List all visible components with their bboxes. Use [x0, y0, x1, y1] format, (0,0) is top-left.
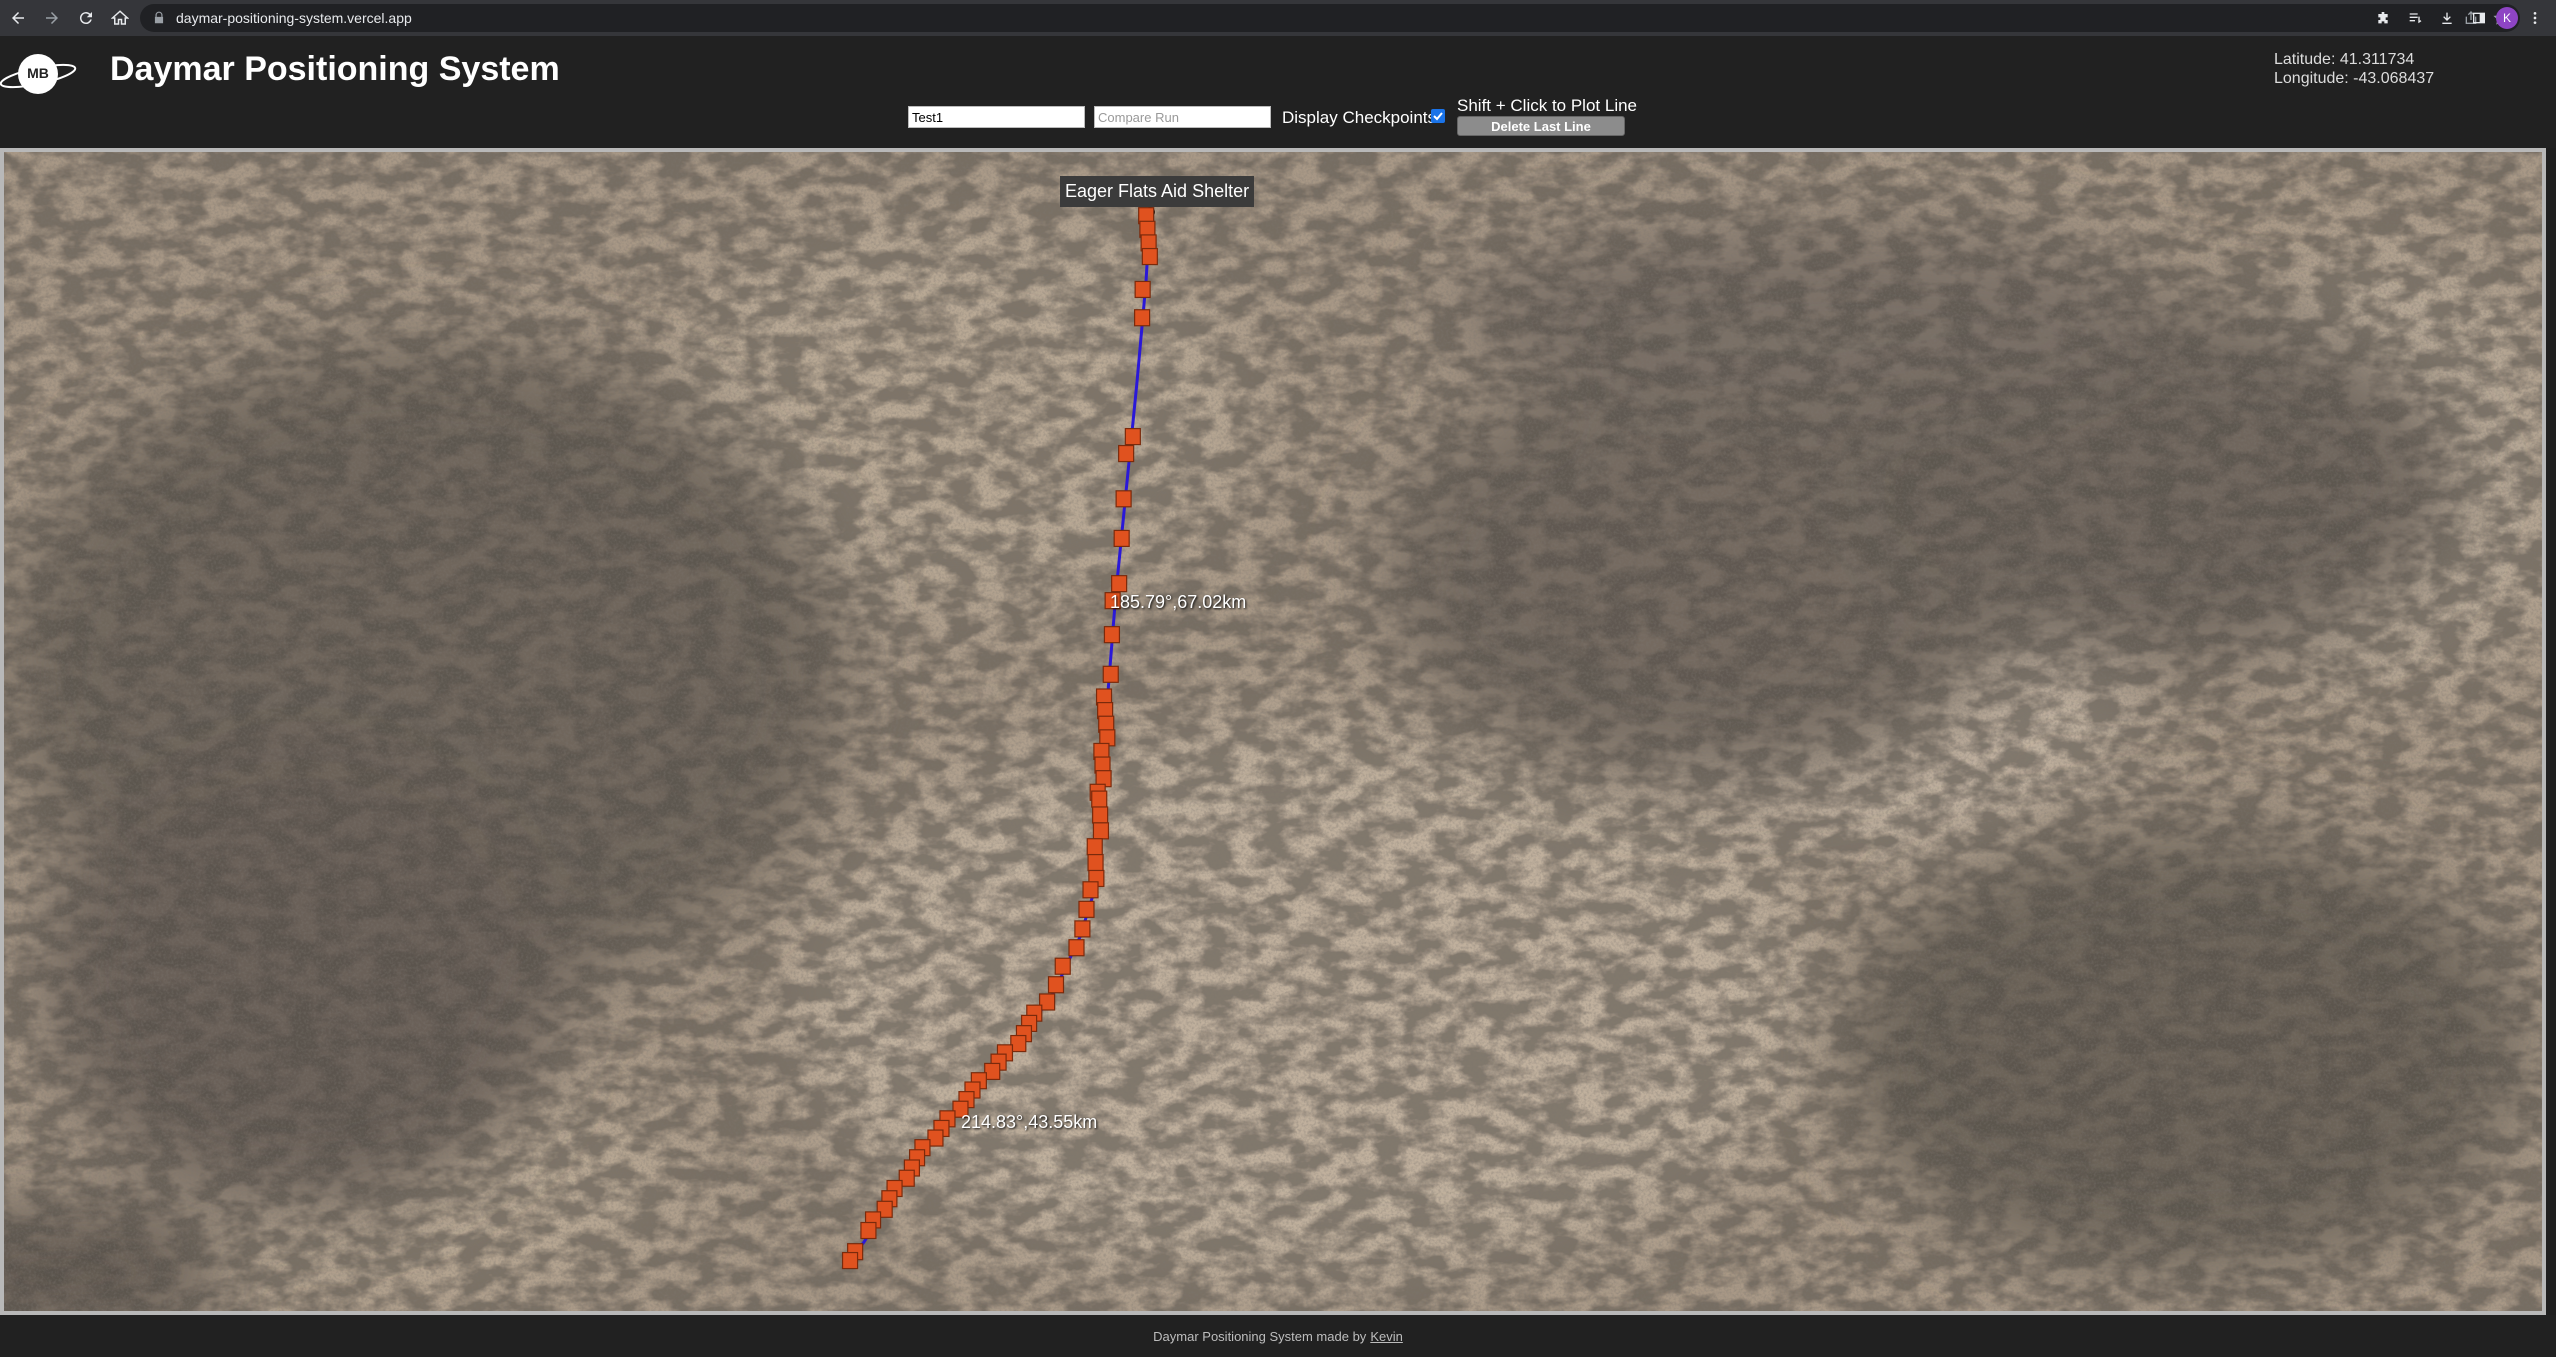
- reading-list-icon[interactable]: [2400, 4, 2430, 32]
- checkmark-icon: [1433, 112, 1443, 121]
- checkpoint-marker: [1078, 900, 1095, 918]
- checkpoint-marker: [1074, 920, 1091, 938]
- run-name-input[interactable]: [908, 106, 1085, 128]
- menu-icon[interactable]: [2520, 4, 2550, 32]
- map-frame: Eager Flats Aid Shelter 185.79°,67.02km …: [0, 148, 2546, 1315]
- longitude-text: Longitude: -43.068437: [2274, 70, 2435, 87]
- checkpoint-marker: [1068, 939, 1085, 957]
- checkpoint-marker: [1082, 881, 1099, 899]
- checkpoint-marker: [1047, 976, 1065, 994]
- page-footer: Daymar Positioning System made by Kevin: [0, 1315, 2556, 1357]
- checkpoint-marker: [984, 1062, 1001, 1081]
- segment-label: 214.83°,43.55km: [961, 1112, 1098, 1132]
- checkpoint-marker: [1087, 853, 1104, 872]
- checkpoint-marker: [841, 1251, 859, 1270]
- app-header: MB Daymar Positioning System Latitude: 4…: [0, 36, 2556, 148]
- footer-text: Daymar Positioning System made by: [1153, 1328, 1367, 1344]
- checkpoint-marker: [1134, 309, 1151, 327]
- back-icon[interactable]: [2, 2, 34, 34]
- svg-text:MB: MB: [27, 65, 49, 81]
- profile-avatar[interactable]: K: [2496, 7, 2518, 29]
- checkpoint-marker: [1134, 280, 1151, 299]
- checkpoint-marker: [1010, 1034, 1027, 1053]
- download-icon[interactable]: [2432, 4, 2462, 32]
- browser-toolbar: daymar-positioning-system.vercel.app K: [0, 0, 2556, 36]
- plot-line-hint: Shift + Click to Plot Line: [1457, 96, 1638, 115]
- checkpoint-marker: [1115, 490, 1132, 508]
- display-checkpoints-label: Display Checkpoints: [1282, 108, 1437, 127]
- terrain-map[interactable]: [4, 152, 2542, 1311]
- checkpoint-marker: [1113, 529, 1130, 548]
- checkpoint-marker: [1086, 838, 1103, 856]
- checkpoint-marker: [1092, 806, 1109, 824]
- checkpoint-marker: [1102, 665, 1119, 683]
- checkpoint-marker: [1141, 247, 1158, 266]
- poi-label[interactable]: Eager Flats Aid Shelter: [1060, 176, 1255, 207]
- url-text[interactable]: daymar-positioning-system.vercel.app: [176, 10, 412, 26]
- checkpoint-marker: [1054, 957, 1071, 975]
- segment-label: 185.79°,67.02km: [1110, 592, 1247, 612]
- checkpoint-marker: [1118, 444, 1135, 463]
- coordinate-readout: Latitude: 41.311734 Longitude: -43.06843…: [2274, 50, 2434, 88]
- latitude-text: Latitude: 41.311734: [2274, 51, 2415, 68]
- delete-last-line-button[interactable]: Delete Last Line: [1457, 116, 1625, 136]
- compare-run-input[interactable]: [1094, 106, 1271, 128]
- address-bar[interactable]: daymar-positioning-system.vercel.app: [140, 4, 2520, 32]
- terrain-grain: [4, 152, 2542, 1311]
- lock-icon[interactable]: [152, 11, 166, 25]
- logo: MB: [0, 54, 77, 94]
- checkpoint-marker: [1103, 626, 1121, 644]
- reload-icon[interactable]: [70, 2, 102, 34]
- checkpoint-marker: [1124, 427, 1141, 446]
- sidebar-icon[interactable]: [2464, 4, 2494, 32]
- page-title: Daymar Positioning System: [110, 50, 560, 88]
- checkpoint-marker: [1091, 790, 1108, 808]
- author-link[interactable]: Kevin: [1370, 1329, 1403, 1344]
- checkpoint-marker: [860, 1221, 877, 1240]
- forward-icon[interactable]: [36, 2, 68, 34]
- checkpoint-marker: [1111, 575, 1128, 593]
- extensions-icon[interactable]: [2368, 4, 2398, 32]
- home-icon[interactable]: [104, 2, 136, 34]
- display-checkpoints-checkbox[interactable]: [1431, 109, 1445, 123]
- checkpoint-marker: [1092, 822, 1110, 840]
